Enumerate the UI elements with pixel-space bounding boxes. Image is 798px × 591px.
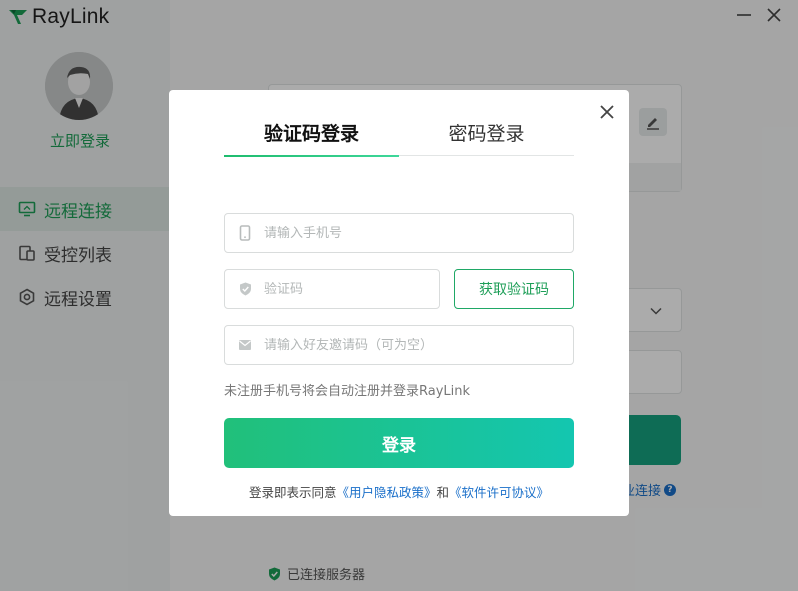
dialog-close-button[interactable]: [597, 102, 617, 122]
login-button[interactable]: 登录: [224, 418, 574, 468]
get-code-button[interactable]: 获取验证码: [454, 269, 574, 309]
code-input[interactable]: [264, 281, 424, 297]
license-agreement-link[interactable]: 《软件许可协议》: [449, 485, 549, 500]
tab-password-login[interactable]: 密码登录: [399, 120, 574, 155]
agreement-and: 和: [436, 485, 450, 500]
agreement-prefix: 登录即表示同意: [248, 485, 337, 500]
invite-field[interactable]: [224, 325, 574, 365]
phone-icon: [238, 225, 252, 241]
phone-field[interactable]: [224, 213, 574, 253]
invite-input[interactable]: [264, 337, 524, 353]
code-field[interactable]: [224, 269, 440, 309]
agreement-text: 登录即表示同意《用户隐私政策》和《软件许可协议》: [169, 482, 629, 501]
tab-sms-login[interactable]: 验证码登录: [224, 120, 399, 157]
phone-input[interactable]: [264, 225, 524, 241]
login-dialog: 验证码登录 密码登录 获取验证码 未注册手机号将会自动注册并登录RayLink …: [169, 90, 629, 516]
shield-icon: [238, 282, 252, 296]
close-icon: [600, 105, 614, 119]
login-tabs: 验证码登录 密码登录: [224, 120, 574, 157]
privacy-policy-link[interactable]: 《用户隐私政策》: [336, 485, 436, 500]
register-hint: 未注册手机号将会自动注册并登录RayLink: [224, 384, 471, 399]
envelope-icon: [238, 338, 252, 352]
